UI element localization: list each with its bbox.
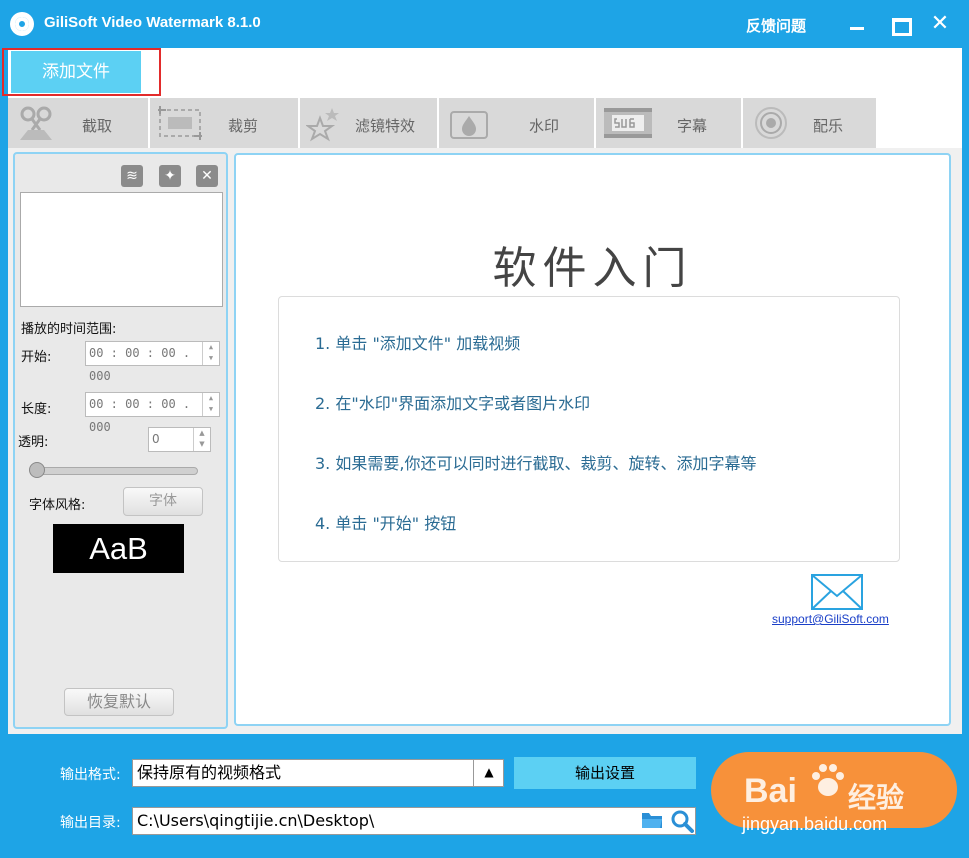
- tool-music-label: 配乐: [813, 117, 844, 135]
- opacity-slider-thumb[interactable]: [29, 462, 45, 478]
- start-label: 开始:: [21, 350, 52, 365]
- step-2: 2. 在"水印"界面添加文字或者图片水印: [315, 394, 591, 413]
- support-email-link[interactable]: support@GiliSoft.com: [772, 612, 889, 626]
- text-watermark-icon[interactable]: ≋: [121, 165, 143, 187]
- baidu-watermark-jingyan: 经验: [848, 781, 905, 814]
- play-range-label: 播放的时间范围:: [21, 322, 117, 337]
- tool-filter[interactable]: 滤镜特效: [300, 98, 438, 148]
- crop-icon: [158, 106, 202, 140]
- baidu-watermark-url: jingyan.baidu.com: [742, 814, 888, 834]
- output-dir-input[interactable]: C:\Users\qingtijie.cn\Desktop\: [132, 807, 696, 835]
- length-label: 长度:: [21, 402, 52, 417]
- tool-subtitle-label: 字幕: [677, 117, 708, 135]
- tool-trim-label: 截取: [82, 117, 113, 135]
- opacity-slider[interactable]: [33, 467, 198, 475]
- start-time-value: 00 : 00 : 00 . 000: [89, 346, 191, 383]
- opacity-value: 0: [152, 432, 160, 446]
- mail-icon[interactable]: [811, 574, 863, 610]
- left-settings-panel: ≋ ✦ ✕ 播放的时间范围: 开始: 00 : 00 : 00 . 000 ▲ ▼…: [13, 152, 228, 729]
- start-time-input[interactable]: 00 : 00 : 00 . 000 ▲ ▼: [85, 341, 220, 383]
- feedback-link[interactable]: 反馈问题: [746, 15, 806, 36]
- tool-watermark[interactable]: 水印: [439, 98, 595, 148]
- app-title: GiliSoft Video Watermark 8.1.0: [44, 14, 261, 31]
- subtitle-icon: [604, 108, 652, 138]
- tool-music[interactable]: 配乐: [743, 98, 877, 148]
- baidu-paw-icon: [812, 764, 844, 796]
- tool-filter-label: 滤镜特效: [355, 117, 416, 135]
- minimize-icon[interactable]: [843, 10, 871, 38]
- search-icon[interactable]: [670, 809, 694, 833]
- start-time-spinner[interactable]: ▲ ▼: [202, 342, 219, 365]
- function-toolbar: 截取 裁剪 滤镜特效 水印 字幕 配乐: [8, 98, 962, 148]
- add-file-strip: 添加文件: [2, 48, 962, 98]
- scissors-icon: [20, 106, 52, 140]
- format-dropdown-arrow-icon[interactable]: ▲: [473, 759, 504, 787]
- step-1: 1. 单击 "添加文件" 加载视频: [315, 334, 521, 353]
- length-time-spinner[interactable]: ▲ ▼: [202, 393, 219, 416]
- steps-box: 1. 单击 "添加文件" 加载视频 2. 在"水印"界面添加文字或者图片水印 3…: [278, 296, 900, 562]
- stars-icon: [306, 108, 339, 142]
- font-style-label: 字体风格:: [29, 498, 86, 513]
- title-bar: GiliSoft Video Watermark 8.1.0 反馈问题 ✕: [0, 0, 969, 48]
- water-drop-icon: [450, 111, 488, 139]
- tool-crop[interactable]: 裁剪: [150, 98, 299, 148]
- opacity-input[interactable]: 0 ▲ ▼: [148, 427, 211, 452]
- tool-crop-label: 裁剪: [228, 117, 259, 135]
- close-icon[interactable]: ✕: [926, 10, 954, 38]
- content-area: 添加文件 截取 裁剪 滤镜特效 水印 字幕 配乐 ≋ ✦ ✕ 播放的时间范围: …: [2, 48, 962, 734]
- restore-default-button[interactable]: 恢复默认: [64, 688, 174, 716]
- tool-trim[interactable]: 截取: [8, 98, 149, 148]
- step-4: 4. 单击 "开始" 按钮: [315, 514, 457, 533]
- opacity-label: 透明:: [18, 435, 49, 450]
- delete-icon[interactable]: ✕: [196, 165, 218, 187]
- opacity-spinner[interactable]: ▲ ▼: [193, 428, 210, 451]
- output-settings-button[interactable]: 输出设置: [514, 757, 696, 789]
- app-logo-icon: [10, 12, 34, 36]
- font-preview: AaB: [53, 524, 184, 573]
- baidu-watermark-text: Bai: [744, 772, 797, 810]
- add-file-button[interactable]: 添加文件: [11, 51, 141, 93]
- getting-started-panel: 软件入门 1. 单击 "添加文件" 加载视频 2. 在"水印"界面添加文字或者图…: [234, 153, 951, 726]
- watermark-preview: [20, 192, 223, 307]
- tool-subtitle[interactable]: 字幕: [596, 98, 742, 148]
- length-time-input[interactable]: 00 : 00 : 00 . 000 ▲ ▼: [85, 392, 220, 434]
- maximize-icon[interactable]: [885, 10, 913, 38]
- output-format-label: 输出格式:: [60, 767, 121, 783]
- output-format-select[interactable]: 保持原有的视频格式: [132, 759, 504, 787]
- step-3: 3. 如果需要,你还可以同时进行截取、裁剪、旋转、添加字幕等: [315, 454, 757, 473]
- tool-watermark-label: 水印: [529, 117, 560, 135]
- font-button[interactable]: 字体: [123, 487, 203, 516]
- image-watermark-icon[interactable]: ✦: [159, 165, 181, 187]
- guide-title: 软件入门: [492, 243, 693, 294]
- output-dir-label: 输出目录:: [60, 815, 121, 831]
- music-ring-icon: [755, 107, 787, 139]
- folder-icon[interactable]: [641, 810, 663, 830]
